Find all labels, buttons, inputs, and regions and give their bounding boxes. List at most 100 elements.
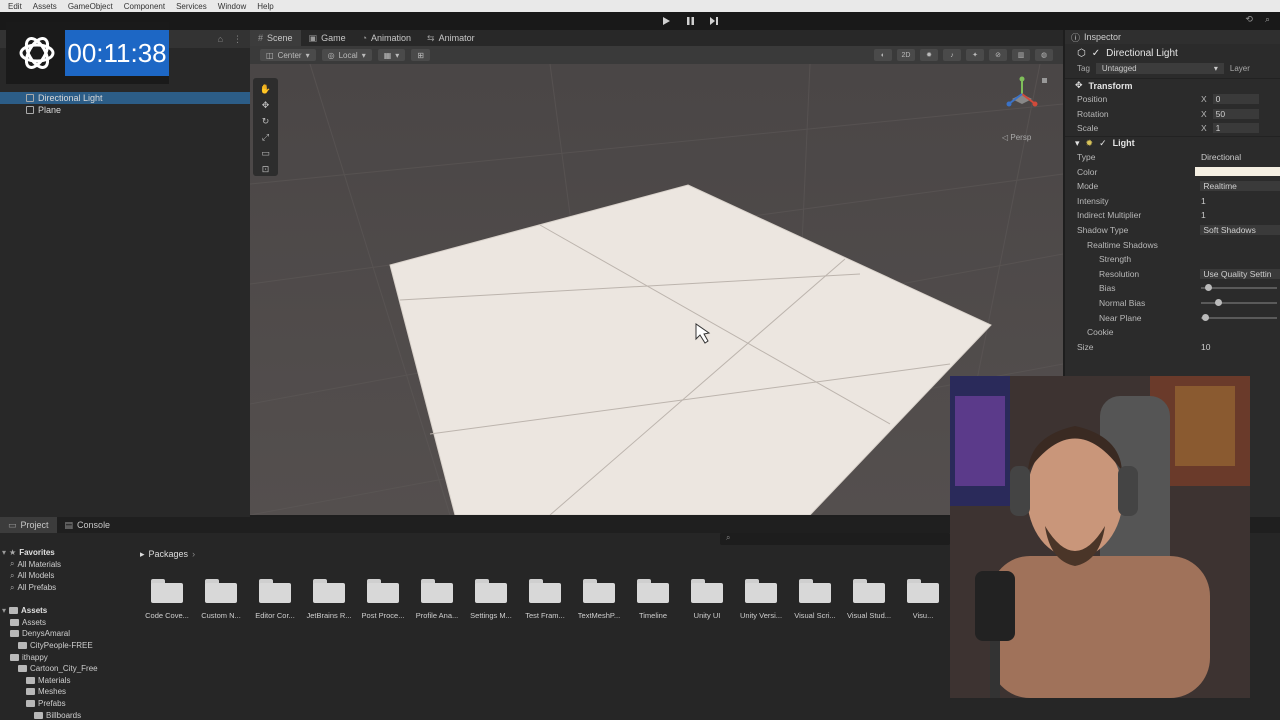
bias-slider[interactable] xyxy=(1201,284,1277,292)
tree-item[interactable]: CityPeople-FREE xyxy=(0,640,134,652)
tree-item[interactable]: Prefabs xyxy=(0,698,134,710)
tree-item[interactable]: DenysAmaral xyxy=(0,628,134,640)
grid-toggle-icon[interactable]: ▥ xyxy=(1012,49,1030,61)
tree-item[interactable]: Assets xyxy=(0,617,134,629)
package-folder[interactable]: Unity Versi... xyxy=(734,577,788,637)
transform-value-field[interactable]: 0 xyxy=(1212,94,1259,105)
menu-item-help[interactable]: Help xyxy=(257,2,273,11)
history-icon[interactable]: ⟲ xyxy=(1245,14,1253,25)
menu-item-edit[interactable]: Edit xyxy=(8,2,22,11)
hierarchy-item[interactable]: Directional Light xyxy=(0,92,250,104)
mode-2d-button[interactable]: 2D xyxy=(897,49,915,61)
projection-label[interactable]: ◁ Persp xyxy=(1002,133,1031,142)
package-folder[interactable]: Code Cove... xyxy=(140,577,194,637)
lighting-toggle-icon[interactable]: ✹ xyxy=(920,49,938,61)
hidden-objects-icon[interactable]: ⊘ xyxy=(989,49,1007,61)
search-icon[interactable]: ⌕ xyxy=(1265,14,1270,25)
menu-item-component[interactable]: Component xyxy=(124,2,165,11)
light-header[interactable]: ▾ ✹ ✓ Light xyxy=(1065,135,1280,150)
play-button[interactable] xyxy=(656,14,676,28)
space-dropdown[interactable]: ◎ Local ▾ xyxy=(321,49,372,61)
tag-dropdown[interactable]: Untagged ▾ xyxy=(1095,63,1224,74)
package-folder[interactable]: Visual Stud... xyxy=(842,577,896,637)
transform-tool-icon[interactable]: ⊡ xyxy=(259,162,273,176)
package-folder[interactable]: Editor Cor... xyxy=(248,577,302,637)
menu-item-assets[interactable]: Assets xyxy=(33,2,57,11)
gizmos-dropdown-icon[interactable]: ◍ xyxy=(1035,49,1053,61)
menu-item-services[interactable]: Services xyxy=(176,2,207,11)
transform-header[interactable]: ✥ Transform xyxy=(1065,78,1280,92)
tree-item[interactable]: ⌕ All Materials xyxy=(0,559,134,571)
tree-item-label: Assets xyxy=(21,606,48,616)
package-folder[interactable]: Test Fram... xyxy=(518,577,572,637)
package-folder[interactable]: Visu... xyxy=(896,577,950,637)
near-plane-slider[interactable] xyxy=(1201,313,1277,321)
package-folder[interactable]: Settings M... xyxy=(464,577,518,637)
rect-tool-icon[interactable]: ▭ xyxy=(259,146,273,160)
pivot-dropdown[interactable]: ◫ Center ▾ xyxy=(260,49,316,61)
step-button[interactable] xyxy=(704,14,724,28)
project-search-input[interactable]: ⌕ xyxy=(720,533,950,545)
increment-snap-button[interactable]: ⊞ xyxy=(411,49,430,61)
hierarchy-item[interactable]: Plane xyxy=(0,104,250,116)
size-field[interactable]: 10 xyxy=(1201,342,1210,352)
tree-item[interactable]: ⌕ All Prefabs xyxy=(0,582,134,594)
package-folder[interactable]: Visual Scri... xyxy=(788,577,842,637)
mode-dropdown[interactable]: Realtime xyxy=(1200,181,1280,192)
scene-viewport[interactable] xyxy=(250,64,1063,515)
package-folder[interactable]: Timeline xyxy=(626,577,680,637)
grid-snap-dropdown[interactable]: ▦ ▾ xyxy=(377,49,406,61)
tree-item[interactable]: ▾ ★ Favorites xyxy=(0,547,134,559)
package-folder[interactable]: TextMeshP... xyxy=(572,577,626,637)
tree-item[interactable]: ⌕ All Models xyxy=(0,570,134,582)
type-dropdown[interactable]: Directional xyxy=(1201,152,1241,162)
tree-item[interactable]: Billboards xyxy=(0,709,134,720)
tab-scene[interactable]: # Scene xyxy=(250,30,301,46)
inspector-tab[interactable]: ⓘ Inspector xyxy=(1065,30,1280,44)
package-folder[interactable]: Custom N... xyxy=(194,577,248,637)
breadcrumb-packages[interactable]: Packages xyxy=(149,549,189,559)
move-tool-icon[interactable]: ✥ xyxy=(259,98,273,112)
chevron-down-icon[interactable]: ▾ xyxy=(2,548,6,557)
tree-item[interactable]: Cartoon_City_Free xyxy=(0,663,134,675)
tree-item[interactable]: ▾ Assets xyxy=(0,605,134,617)
menu-item-gameobject[interactable]: GameObject xyxy=(68,2,113,11)
slider-handle[interactable] xyxy=(1202,313,1210,321)
more-options-icon[interactable]: ⋮ xyxy=(233,34,242,45)
slider-handle[interactable] xyxy=(1215,299,1222,307)
tree-item[interactable]: Meshes xyxy=(0,686,134,698)
tab-game[interactable]: ▣ Game xyxy=(301,30,354,46)
tab-project[interactable]: ▭ Project xyxy=(0,517,57,533)
shadow-type-dropdown[interactable]: Soft Shadows xyxy=(1200,225,1280,236)
active-checkbox[interactable]: ✓ xyxy=(1092,48,1100,59)
package-folder[interactable]: Profile Ana... xyxy=(410,577,464,637)
effects-dropdown-icon[interactable]: ✦ xyxy=(966,49,984,61)
tab-console[interactable]: ▤ Console xyxy=(57,517,119,533)
indirect-field[interactable]: 1 xyxy=(1201,210,1206,220)
package-folder[interactable]: Post Proce... xyxy=(356,577,410,637)
tree-item[interactable]: ithappy xyxy=(0,651,134,663)
hand-tool-icon[interactable]: ✋ xyxy=(259,82,273,96)
normal-bias-slider[interactable] xyxy=(1201,299,1277,307)
light-enabled-checkbox[interactable]: ✓ xyxy=(1099,138,1107,149)
rotate-tool-icon[interactable]: ↻ xyxy=(259,114,273,128)
lock-icon[interactable]: ⌂ xyxy=(218,34,223,44)
object-name-field[interactable]: Directional Light xyxy=(1106,48,1178,59)
scale-tool-icon[interactable]: ⤢ xyxy=(259,130,273,144)
pause-button[interactable] xyxy=(680,14,700,28)
intensity-field[interactable]: 1 xyxy=(1201,196,1206,206)
color-field[interactable] xyxy=(1194,167,1280,177)
resolution-dropdown[interactable]: Use Quality Settin xyxy=(1200,268,1280,279)
chevron-down-icon[interactable]: ▾ xyxy=(2,606,6,615)
slider-handle[interactable] xyxy=(1204,284,1212,292)
tab-animation[interactable]: ◔ Animation xyxy=(354,30,419,46)
tree-item[interactable]: Materials xyxy=(0,675,134,687)
audio-toggle-icon[interactable]: ♪ xyxy=(943,49,961,61)
transform-value-field[interactable]: 50 xyxy=(1212,108,1259,119)
tab-animator[interactable]: ⇆ Animator xyxy=(419,30,483,46)
draw-mode-button[interactable]: ◐ xyxy=(874,49,892,61)
menu-item-window[interactable]: Window xyxy=(218,2,246,11)
transform-value-field[interactable]: 1 xyxy=(1212,123,1259,134)
package-folder[interactable]: Unity UI xyxy=(680,577,734,637)
package-folder[interactable]: JetBrains R... xyxy=(302,577,356,637)
